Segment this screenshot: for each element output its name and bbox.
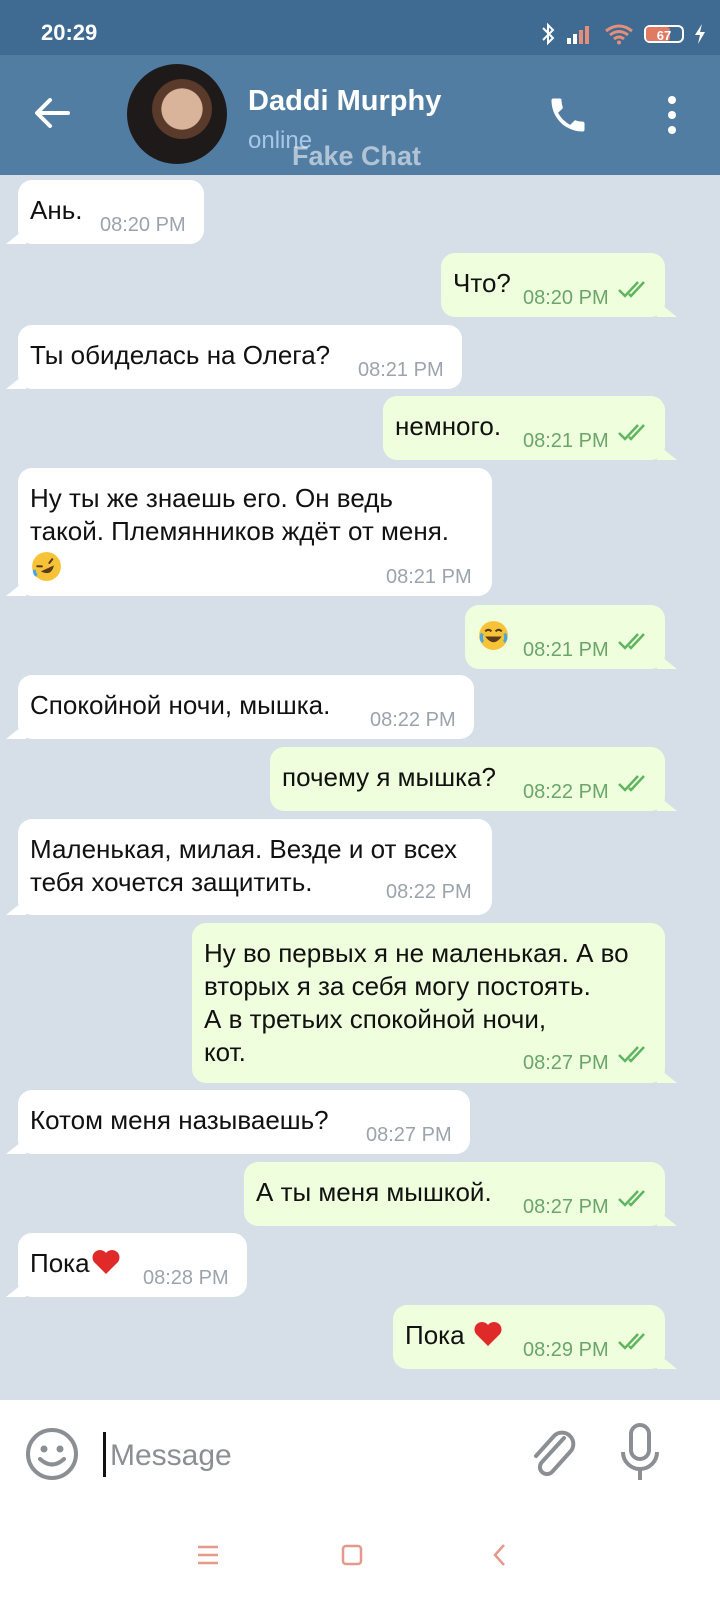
phone-icon[interactable] [546,93,590,137]
message-time: 08:20 PM [100,214,186,236]
signal-icon [567,26,589,44]
message-text: Пока [405,1320,472,1350]
contact-avatar[interactable] [127,64,227,164]
message-time: 08:22 PM [523,781,609,803]
watermark: Fake Chat [292,141,422,171]
charging-icon [695,24,705,44]
double-check-icon [618,775,645,792]
message-list[interactable]: Ань. 08:20 PM Что? 08:20 PM Ты обиделась… [0,175,720,1400]
text-cursor [103,1432,106,1477]
message-incoming[interactable]: Ты обиделась на Олега? 08:21 PM [6,325,462,389]
message-incoming[interactable]: Котом меня называешь? 08:27 PM [6,1090,470,1154]
message-outgoing[interactable]: почему я мышка? 08:22 PM [270,747,677,811]
double-check-icon [618,281,645,298]
battery-icon: 67 [644,25,684,43]
message-time: 08:22 PM [386,881,472,903]
message-text: А в третьих спокойной ночи, [204,1004,547,1034]
message-text: Ну во первых я не маленькая. А во [204,938,629,968]
message-outgoing[interactable]: 08:21 PM [465,605,677,669]
chat-header: Daddi Murphy online Fake Chat [0,55,720,175]
message-time: 08:21 PM [358,359,444,381]
message-time: 08:21 PM [523,639,609,661]
message-time: 08:21 PM [523,430,609,452]
double-check-icon [618,633,645,650]
back-arrow-icon[interactable] [28,93,76,133]
message-text: почему я мышка? [282,762,496,792]
message-time: 08:27 PM [523,1052,609,1074]
message-text: Ань. [30,195,83,225]
red-heart-emoji [474,1322,502,1347]
double-check-icon [618,1190,645,1207]
message-text: Спокойной ночи, мышка. [30,690,331,720]
message-composer [0,1400,720,1505]
home-square-icon[interactable] [332,1535,372,1575]
message-outgoing[interactable]: А ты меня мышкой. 08:27 PM [244,1162,677,1226]
message-time: 08:27 PM [366,1124,452,1146]
more-vertical-icon[interactable] [664,93,680,137]
tears-of-joy-emoji [479,621,508,650]
message-text: А ты меня мышкой. [256,1177,492,1207]
back-chevron-icon[interactable] [480,1535,520,1575]
status-time: 20:29 [41,20,98,45]
message-input[interactable] [108,1432,492,1479]
message-incoming[interactable]: Спокойной ночи, мышка. 08:22 PM [6,675,474,739]
message-time: 08:29 PM [523,1339,609,1361]
message-text: Ты обиделась на Олега? [30,340,331,370]
message-incoming[interactable]: Ну ты же знаешь его. Он ведь такой. Плем… [6,468,492,596]
status-icons: 67 [540,21,706,47]
message-text: вторых я за себя могу постоять. [204,971,591,1001]
red-heart-emoji [92,1250,120,1275]
microphone-icon[interactable] [618,1422,662,1484]
message-time: 08:28 PM [143,1267,229,1289]
double-check-icon [618,1046,645,1063]
status-bar: 20:29 67 [0,0,720,55]
emoji-smiley-icon[interactable] [24,1426,80,1482]
message-outgoing[interactable]: немного. 08:21 PM [383,396,677,460]
message-text: такой. Племянников ждёт от меня. [30,516,450,546]
message-time: 08:20 PM [523,287,609,309]
message-time: 08:21 PM [386,566,472,588]
message-text: Пока [30,1248,90,1278]
message-time: 08:22 PM [370,709,456,731]
message-text: Что? [453,268,511,298]
message-outgoing[interactable]: Ну во первых я не маленькая. А во вторых… [192,923,677,1083]
contact-name[interactable]: Daddi Murphy [248,85,441,118]
message-incoming[interactable]: Маленькая, милая. Везде и от всех тебя х… [6,819,492,915]
wifi-icon [605,24,633,45]
message-incoming[interactable]: Ань. 08:20 PM [6,180,204,244]
message-outgoing[interactable]: Что? 08:20 PM [441,253,677,317]
message-time: 08:27 PM [523,1196,609,1218]
message-text: Маленькая, милая. Везде и от всех [30,834,458,864]
message-text: Ну ты же знаешь его. Он ведь [30,483,393,513]
double-check-icon [618,424,645,441]
message-outgoing[interactable]: Пока 08:29 PM [393,1305,677,1369]
rolling-on-floor-laughing-emoji [32,551,61,581]
bluetooth-icon [542,22,555,46]
system-nav-bar [0,1505,720,1600]
menu-lines-icon[interactable] [188,1535,228,1575]
message-incoming[interactable]: Пока 08:28 PM [6,1233,247,1297]
message-text: Котом меня называешь? [30,1105,329,1135]
message-text: немного. [395,411,502,441]
double-check-icon [618,1333,645,1350]
paperclip-icon[interactable] [528,1424,578,1482]
